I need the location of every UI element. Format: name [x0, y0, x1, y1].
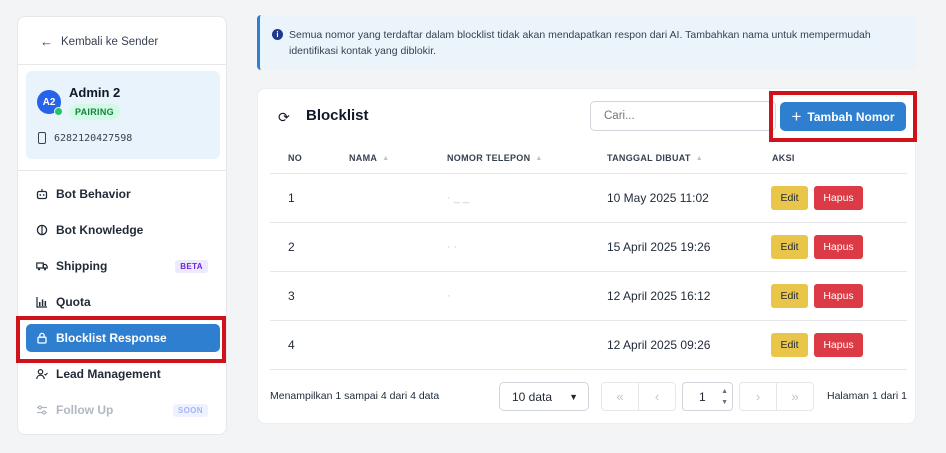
cell-no: 4: [288, 338, 295, 352]
blocklist-card: ⟳ Blocklist + Tambah Nomor NO NAMA▲ NOMO…: [257, 88, 916, 424]
sidebar-item-follow-up: Follow Up SOON: [26, 396, 220, 424]
page-label: Halaman 1 dari 1: [827, 390, 907, 402]
plus-icon: +: [791, 107, 802, 126]
truck-icon: [36, 262, 48, 271]
bar-chart-icon: [36, 297, 47, 308]
user-lead-icon: [36, 368, 48, 380]
page-stepper[interactable]: ▲ ▼: [721, 386, 728, 408]
search-input[interactable]: [590, 101, 776, 131]
edit-button[interactable]: Edit: [771, 333, 808, 357]
delete-button[interactable]: Hapus: [814, 333, 863, 357]
delete-button[interactable]: Hapus: [814, 284, 863, 308]
robot-icon: [36, 189, 48, 200]
page-number-input[interactable]: 1 ▲ ▼: [682, 382, 733, 411]
sidebar-item-bot-behavior[interactable]: Bot Behavior: [26, 180, 220, 208]
sidebar-item-lead-management[interactable]: Lead Management: [26, 360, 220, 388]
delete-button[interactable]: Hapus: [814, 235, 863, 259]
phone-icon: [38, 132, 46, 144]
table-row: 1 · _ _ 10 May 2025 11:02 Edit Hapus: [270, 174, 907, 223]
spin-down-icon: ▼: [721, 399, 728, 406]
column-header-date[interactable]: TANGGAL DIBUAT ▲: [607, 153, 703, 163]
info-banner: i Semua nomor yang terdaftar dalam block…: [257, 15, 916, 70]
page-size-select[interactable]: 10 data ▼: [499, 382, 589, 411]
edit-button[interactable]: Edit: [771, 284, 808, 308]
arrow-left-icon: ←: [40, 34, 53, 49]
table-row: 4 12 April 2025 09:26 Edit Hapus: [270, 321, 907, 370]
edit-button[interactable]: Edit: [771, 186, 808, 210]
spin-up-icon: ▲: [721, 388, 728, 395]
sidebar: ← Kembali ke Sender A2 Admin 2 PAIRING 6…: [17, 16, 227, 435]
last-page-button[interactable]: »: [776, 382, 814, 411]
sliders-icon: [37, 405, 47, 415]
online-status-dot: [54, 107, 63, 116]
sidebar-item-bot-knowledge[interactable]: Bot Knowledge: [26, 216, 220, 244]
card-title: Blocklist: [306, 107, 369, 124]
table-row: 2 · · 15 April 2025 19:26 Edit Hapus: [270, 223, 907, 272]
chevron-down-icon: ▼: [569, 391, 578, 402]
info-icon: i: [272, 29, 283, 40]
prev-page-button[interactable]: ‹: [638, 382, 676, 411]
double-chevron-left-icon: «: [616, 389, 624, 404]
profile-phone: 6282120427598: [38, 132, 132, 144]
sort-icon: ▲: [382, 154, 390, 162]
column-header-no: NO: [288, 153, 303, 163]
sort-icon: ▲: [695, 154, 703, 162]
chevron-right-icon: ›: [755, 389, 761, 404]
soon-badge: SOON: [172, 403, 208, 417]
cell-no: 3: [288, 289, 295, 303]
sidebar-item-quota[interactable]: Quota: [26, 288, 220, 316]
lock-icon: [37, 332, 47, 344]
cell-date: 15 April 2025 19:26: [607, 240, 711, 254]
chevron-left-icon: ‹: [654, 389, 660, 404]
back-to-sender-link[interactable]: ← Kembali ke Sender: [40, 34, 158, 49]
cell-phone: · ·: [447, 241, 458, 253]
avatar: A2: [37, 90, 63, 116]
cell-phone: ·: [447, 290, 451, 302]
column-header-phone[interactable]: NOMOR TELEPON ▲: [447, 153, 543, 163]
refresh-icon[interactable]: ⟳: [278, 109, 290, 126]
profile-name: Admin 2: [69, 85, 121, 100]
sort-icon: ▲: [535, 154, 543, 162]
cell-no: 1: [288, 191, 295, 205]
cell-date: 12 April 2025 09:26: [607, 338, 711, 352]
cell-date: 10 May 2025 11:02: [607, 191, 709, 205]
status-badge: PAIRING: [69, 104, 120, 120]
divider: [18, 64, 226, 65]
next-page-button[interactable]: ›: [739, 382, 777, 411]
add-number-button[interactable]: + Tambah Nomor: [780, 102, 906, 131]
column-header-aksi: AKSI: [772, 153, 795, 163]
column-header-nama[interactable]: NAMA ▲: [349, 153, 389, 163]
cell-phone: · _ _: [447, 192, 470, 204]
sidebar-item-blocklist-response[interactable]: Blocklist Response: [26, 324, 220, 352]
back-label: Kembali ke Sender: [61, 35, 159, 48]
sidebar-item-shipping[interactable]: Shipping BETA: [26, 252, 220, 280]
brain-icon: [36, 224, 48, 236]
double-chevron-right-icon: »: [791, 389, 799, 404]
cell-date: 12 April 2025 16:12: [607, 289, 711, 303]
beta-badge: BETA: [175, 259, 208, 273]
cell-no: 2: [288, 240, 295, 254]
divider: [18, 170, 226, 171]
table-row: 3 · 12 April 2025 16:12 Edit Hapus: [270, 272, 907, 321]
banner-text: Semua nomor yang terdaftar dalam blockli…: [289, 29, 871, 57]
delete-button[interactable]: Hapus: [814, 186, 863, 210]
first-page-button[interactable]: «: [601, 382, 639, 411]
profile-card: A2 Admin 2 PAIRING 6282120427598: [26, 71, 220, 159]
pagination-info: Menampilkan 1 sampai 4 dari 4 data: [270, 390, 440, 402]
edit-button[interactable]: Edit: [771, 235, 808, 259]
